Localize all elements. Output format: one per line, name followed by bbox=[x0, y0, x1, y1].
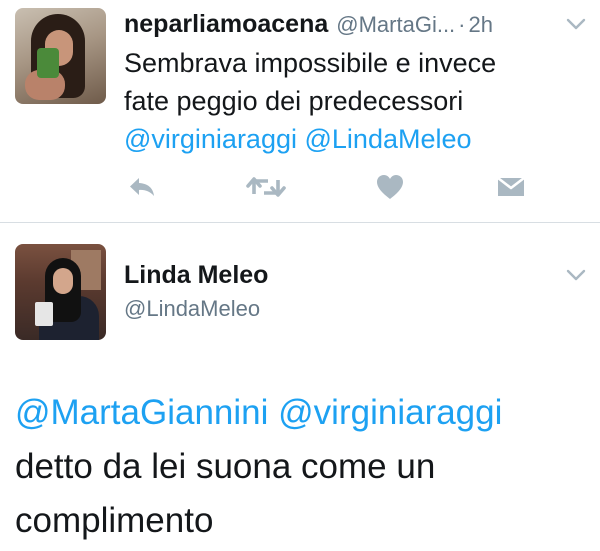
heart-icon bbox=[377, 175, 403, 199]
envelope-icon bbox=[497, 176, 525, 196]
tweet-text-line: fate peggio dei predecessori bbox=[124, 86, 464, 116]
display-name[interactable]: neparliamoacena bbox=[124, 10, 328, 39]
reply-icon bbox=[130, 178, 154, 196]
mention-link[interactable]: @LindaMeleo bbox=[305, 124, 472, 154]
chevron-down-icon[interactable] bbox=[566, 17, 586, 31]
divider bbox=[0, 222, 600, 223]
reply-button[interactable] bbox=[124, 172, 160, 202]
display-name[interactable]: Linda Meleo bbox=[124, 261, 268, 290]
retweet-icon bbox=[246, 177, 286, 197]
mention-link[interactable]: @virginiaraggi bbox=[278, 393, 502, 432]
avatar-card bbox=[35, 302, 53, 326]
tweet-text: @MartaGiannini @virginiaraggi detto da l… bbox=[15, 386, 585, 548]
user-handle[interactable]: @LindaMeleo bbox=[124, 296, 260, 322]
separator: · bbox=[458, 12, 466, 37]
user-handle[interactable]: @MartaGi... bbox=[336, 12, 455, 38]
chevron-down-icon[interactable] bbox=[566, 268, 586, 282]
mention-line: @MartaGiannini @virginiaraggi bbox=[15, 386, 585, 440]
avatar[interactable] bbox=[15, 8, 106, 104]
tweet-reply[interactable]: neparliamoacena @MartaGi... · 2h Sembrav… bbox=[0, 0, 600, 222]
timestamp[interactable]: 2h bbox=[469, 12, 493, 38]
mention-link[interactable]: @MartaGiannini bbox=[15, 393, 268, 432]
retweet-button[interactable] bbox=[244, 172, 288, 202]
direct-message-button[interactable] bbox=[494, 172, 528, 202]
tweet-text-line: Sembrava impossibile e invece bbox=[124, 48, 497, 78]
tweet-text-line: detto da lei suona come un bbox=[15, 447, 436, 486]
avatar-phone bbox=[37, 48, 59, 78]
tweet-text-line: complimento bbox=[15, 501, 214, 540]
mention-line: @virginiaraggi @LindaMeleo bbox=[124, 120, 584, 158]
mention-link[interactable]: @virginiaraggi bbox=[124, 124, 297, 154]
tweet-actions bbox=[124, 172, 525, 202]
tweet-text: Sembrava impossibile e invece fate peggi… bbox=[124, 44, 584, 158]
avatar-face bbox=[53, 268, 73, 294]
avatar[interactable] bbox=[15, 244, 106, 340]
tweet-header: neparliamoacena @MartaGi... · 2h bbox=[124, 10, 493, 40]
like-button[interactable] bbox=[372, 172, 408, 202]
